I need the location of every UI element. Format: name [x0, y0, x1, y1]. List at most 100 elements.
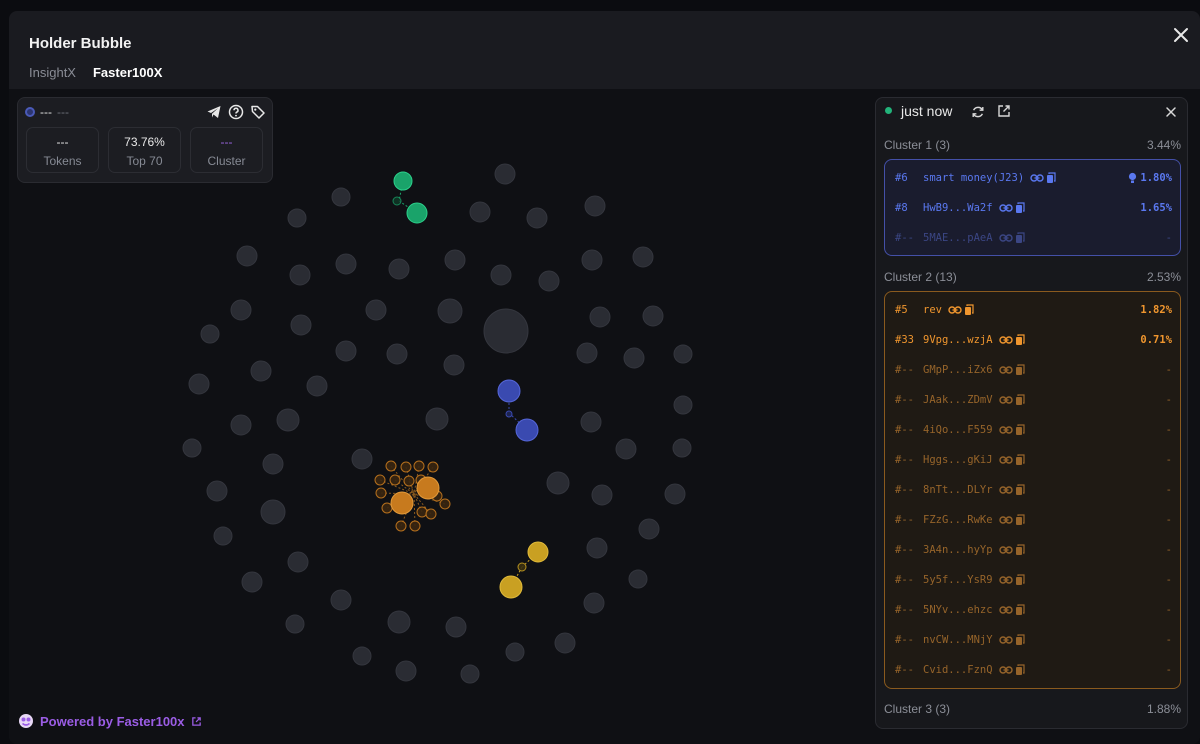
holder-bubble[interactable]: [262, 453, 284, 475]
copy-icon[interactable]: [1015, 334, 1025, 346]
holder-bubble[interactable]: [437, 298, 463, 324]
holder-bubble-orange[interactable]: [385, 460, 397, 472]
copy-icon[interactable]: [964, 304, 974, 316]
holder-bubble[interactable]: [289, 264, 311, 286]
holder-bubble[interactable]: [230, 299, 252, 321]
holder-bubble[interactable]: [335, 340, 357, 362]
holder-bubble-orange[interactable]: [427, 461, 439, 473]
link-icon[interactable]: [998, 335, 1013, 345]
holder-bubble-blue[interactable]: [497, 379, 521, 403]
holder-bubble[interactable]: [469, 201, 491, 223]
holder-bubble-green[interactable]: [393, 171, 413, 191]
holder-bubble-orange[interactable]: [381, 502, 393, 514]
holder-bubble-yellow[interactable]: [527, 541, 549, 563]
copy-icon[interactable]: [1015, 394, 1025, 406]
link-icon[interactable]: [998, 425, 1013, 435]
holder-bubble[interactable]: [494, 163, 516, 185]
holder-bubble[interactable]: [445, 616, 467, 638]
tab-faster100x[interactable]: Faster100X: [93, 65, 162, 80]
holder-bubble[interactable]: [673, 344, 693, 364]
copy-icon[interactable]: [1015, 664, 1025, 676]
holder-bubble-orange[interactable]: [413, 460, 425, 472]
holder-bubble[interactable]: [330, 589, 352, 611]
holder-bubble-orange[interactable]: [375, 487, 387, 499]
powered-by[interactable]: Powered by Faster100x: [18, 713, 202, 729]
holder-bubble-orange[interactable]: [425, 508, 437, 520]
holder-bubble[interactable]: [241, 571, 263, 593]
link-icon[interactable]: [998, 635, 1013, 645]
help-icon[interactable]: [228, 104, 244, 120]
holder-row[interactable]: #-- FZzG...RwKe -: [895, 505, 1172, 535]
holder-bubble[interactable]: [250, 360, 272, 382]
copy-icon[interactable]: [1015, 232, 1025, 244]
holder-bubble[interactable]: [526, 207, 548, 229]
copy-icon[interactable]: [1015, 634, 1025, 646]
holder-bubble-orange[interactable]: [439, 498, 451, 510]
holder-bubble[interactable]: [386, 343, 408, 365]
holder-row[interactable]: #-- Hggs...gKiJ -: [895, 445, 1172, 475]
holder-bubble[interactable]: [351, 448, 373, 470]
link-icon[interactable]: [998, 395, 1013, 405]
copy-icon[interactable]: [1046, 172, 1056, 184]
close-panel-icon[interactable]: [1165, 106, 1177, 118]
holder-bubble[interactable]: [673, 395, 693, 415]
holder-bubble[interactable]: [580, 411, 602, 433]
holder-bubble[interactable]: [538, 270, 560, 292]
close-modal-button[interactable]: [1171, 25, 1191, 45]
holder-bubble[interactable]: [584, 195, 606, 217]
holder-bubble-yellow[interactable]: [517, 562, 527, 572]
holder-bubble[interactable]: [664, 483, 686, 505]
refresh-icon[interactable]: [971, 105, 985, 119]
holder-bubble[interactable]: [483, 308, 529, 354]
holder-bubble[interactable]: [335, 253, 357, 275]
holder-bubble-orange[interactable]: [409, 520, 421, 532]
holder-row[interactable]: #-- Cvid...FznQ -: [895, 655, 1172, 685]
holder-bubble[interactable]: [285, 614, 305, 634]
cluster-1-header[interactable]: Cluster 1 (3) 3.44%: [884, 138, 1181, 152]
link-icon[interactable]: [998, 233, 1013, 243]
copy-icon[interactable]: [1015, 574, 1025, 586]
holder-row[interactable]: #-- nvCW...MNjY -: [895, 625, 1172, 655]
holder-bubble[interactable]: [591, 484, 613, 506]
link-icon[interactable]: [998, 605, 1013, 615]
holder-bubble-orange[interactable]: [374, 474, 386, 486]
holder-row[interactable]: #5 rev 1.82%: [895, 295, 1172, 325]
holder-bubble[interactable]: [290, 314, 312, 336]
holder-bubble[interactable]: [276, 408, 300, 432]
copy-icon[interactable]: [1015, 364, 1025, 376]
link-icon[interactable]: [948, 305, 962, 315]
cluster-3-header[interactable]: Cluster 3 (3) 1.88%: [884, 702, 1181, 716]
holder-row[interactable]: #-- GMpP...iZx6 -: [895, 355, 1172, 385]
holder-bubble[interactable]: [554, 632, 576, 654]
holder-bubble-orange[interactable]: [400, 461, 412, 473]
holder-bubble[interactable]: [260, 499, 286, 525]
holder-bubble[interactable]: [443, 354, 465, 376]
holder-row[interactable]: #33 9Vpg...wzjA 0.71%: [895, 325, 1172, 355]
holder-bubble[interactable]: [388, 258, 410, 280]
cluster-2-header[interactable]: Cluster 2 (13) 2.53%: [884, 270, 1181, 284]
holder-bubble[interactable]: [200, 324, 220, 344]
copy-icon[interactable]: [1015, 202, 1025, 214]
holder-bubble-orange[interactable]: [395, 520, 407, 532]
holder-bubble[interactable]: [306, 375, 328, 397]
holder-bubble[interactable]: [632, 246, 654, 268]
open-external-icon[interactable]: [997, 104, 1011, 118]
holder-row[interactable]: #-- 3A4n...hyYp -: [895, 535, 1172, 565]
holder-bubble[interactable]: [615, 438, 637, 460]
link-icon[interactable]: [998, 455, 1013, 465]
holder-row[interactable]: #8 HwB9...Wa2f 1.65%: [895, 193, 1172, 223]
holder-bubble[interactable]: [460, 664, 480, 684]
copy-icon[interactable]: [1015, 454, 1025, 466]
copy-icon[interactable]: [1015, 424, 1025, 436]
holder-row[interactable]: #-- 5y5f...YsR9 -: [895, 565, 1172, 595]
holder-bubble[interactable]: [236, 245, 258, 267]
holder-bubble[interactable]: [628, 569, 648, 589]
holder-bubble[interactable]: [505, 642, 525, 662]
holder-bubble[interactable]: [586, 537, 608, 559]
holder-bubble[interactable]: [583, 592, 605, 614]
tab-insightx[interactable]: InsightX: [29, 65, 76, 80]
holder-bubble[interactable]: [642, 305, 664, 327]
holder-bubble[interactable]: [287, 551, 309, 573]
holder-bubble[interactable]: [213, 526, 233, 546]
holder-bubble[interactable]: [623, 347, 645, 369]
